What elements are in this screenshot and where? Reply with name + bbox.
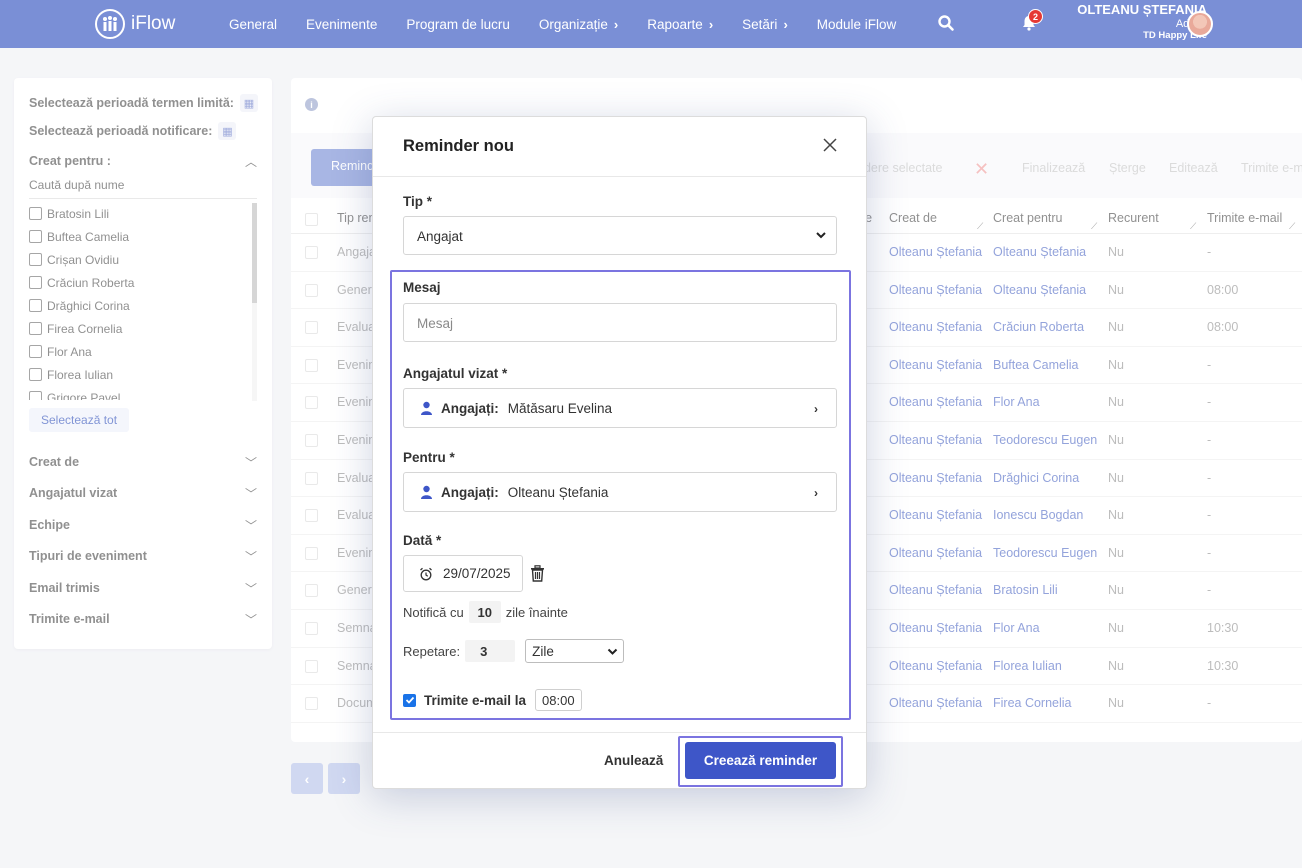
for-label: Pentru * xyxy=(403,450,455,465)
notify-days-input[interactable]: 10 xyxy=(468,601,501,623)
chevron-down-icon xyxy=(816,232,826,239)
nav-item-label: Program de lucru xyxy=(406,16,510,32)
iflow-logo-icon xyxy=(95,9,125,39)
nav-item-label: General xyxy=(229,16,278,32)
target-employee-value: Mătăsaru Evelina xyxy=(507,400,613,416)
repeat-count-input[interactable]: 3 xyxy=(465,640,516,662)
target-employee-key: Angajați: xyxy=(441,400,499,416)
date-label: Dată * xyxy=(403,533,442,548)
new-reminder-modal: Reminder nou Tip * Angajat Mesaj Mesaj A… xyxy=(372,116,867,789)
notify-row: Notifică cu 10 zile înainte xyxy=(403,601,568,623)
type-label: Tip * xyxy=(403,194,433,209)
target-employee-picker[interactable]: Angajați: Mătăsaru Evelina › xyxy=(403,388,837,428)
nav-item-label: Rapoarte xyxy=(647,16,703,32)
repeat-unit-value: Zile xyxy=(532,644,554,659)
user-icon xyxy=(421,485,432,499)
target-employee-label: Angajatul vizat * xyxy=(403,366,508,381)
notify-prefix: Notifică cu xyxy=(403,604,464,620)
nav-item-6[interactable]: Module iFlow xyxy=(817,17,897,32)
cancel-button[interactable]: Anulează xyxy=(604,753,663,768)
user-icon xyxy=(421,401,432,415)
trash-icon[interactable] xyxy=(530,565,545,582)
send-email-time-input[interactable]: 08:00 xyxy=(535,689,582,711)
nav-item-3[interactable]: Organizație › xyxy=(539,17,618,32)
search-icon[interactable] xyxy=(937,14,955,32)
alarm-clock-icon xyxy=(420,567,432,580)
send-email-row: Trimite e-mail la 08:00 xyxy=(403,689,582,711)
nav-item-0[interactable]: General xyxy=(229,17,277,32)
nav-item-label: Setări xyxy=(742,16,778,32)
modal-title: Reminder nou xyxy=(403,137,514,155)
nav-item-label: Organizație xyxy=(538,16,608,32)
user-name: OLTEANU ȘTEFANIA xyxy=(1077,2,1207,17)
chevron-right-icon: › xyxy=(708,16,714,32)
user-company: TD Happy Life xyxy=(1143,29,1207,41)
nav-item-5[interactable]: Setări › xyxy=(742,17,788,32)
brand-logo[interactable]: iFlow xyxy=(95,9,175,39)
close-icon[interactable] xyxy=(822,137,838,153)
nav-item-label: Module iFlow xyxy=(816,16,897,32)
chevron-right-icon: › xyxy=(783,16,788,32)
main-menu: General Evenimente Program de lucru Organiz… xyxy=(229,0,925,48)
top-navbar: iFlow General Evenimente Program de lucru O… xyxy=(0,0,1302,48)
avatar[interactable] xyxy=(1187,11,1213,37)
date-value: 29/07/2025 xyxy=(443,566,511,581)
nav-item-2[interactable]: Program de lucru xyxy=(406,17,510,32)
chevron-right-icon: › xyxy=(814,486,818,500)
type-select[interactable]: Angajat xyxy=(403,216,837,255)
nav-item-label: Evenimente xyxy=(306,16,378,32)
for-employee-value: Olteanu Ștefania xyxy=(507,484,609,500)
nav-item-4[interactable]: Rapoarte › xyxy=(647,17,713,32)
type-select-value: Angajat xyxy=(417,229,463,244)
repeat-label: Repetare: xyxy=(403,643,461,659)
chevron-right-icon: › xyxy=(613,16,619,32)
message-label: Mesaj xyxy=(403,280,441,295)
brand-name: iFlow xyxy=(131,13,176,34)
date-input[interactable]: 29/07/2025 xyxy=(403,555,523,592)
repeat-unit-select[interactable]: Zile xyxy=(525,639,625,663)
notify-suffix: zile înainte xyxy=(505,604,568,620)
repeat-row: Repetare: 3 Zile xyxy=(403,639,625,663)
message-input[interactable]: Mesaj xyxy=(403,303,837,342)
for-employee-picker[interactable]: Angajați: Olteanu Ștefania › xyxy=(403,472,837,512)
send-email-checkbox[interactable] xyxy=(403,693,416,707)
notification-badge: 2 xyxy=(1028,9,1043,24)
send-email-label: Trimite e-mail la xyxy=(424,692,527,708)
chevron-down-icon xyxy=(607,648,618,655)
for-employee-key: Angajați: xyxy=(441,484,499,500)
check-icon xyxy=(405,696,414,704)
create-reminder-button[interactable]: Creează reminder xyxy=(685,742,836,779)
chevron-right-icon: › xyxy=(814,402,818,416)
nav-item-1[interactable]: Evenimente xyxy=(306,17,377,32)
